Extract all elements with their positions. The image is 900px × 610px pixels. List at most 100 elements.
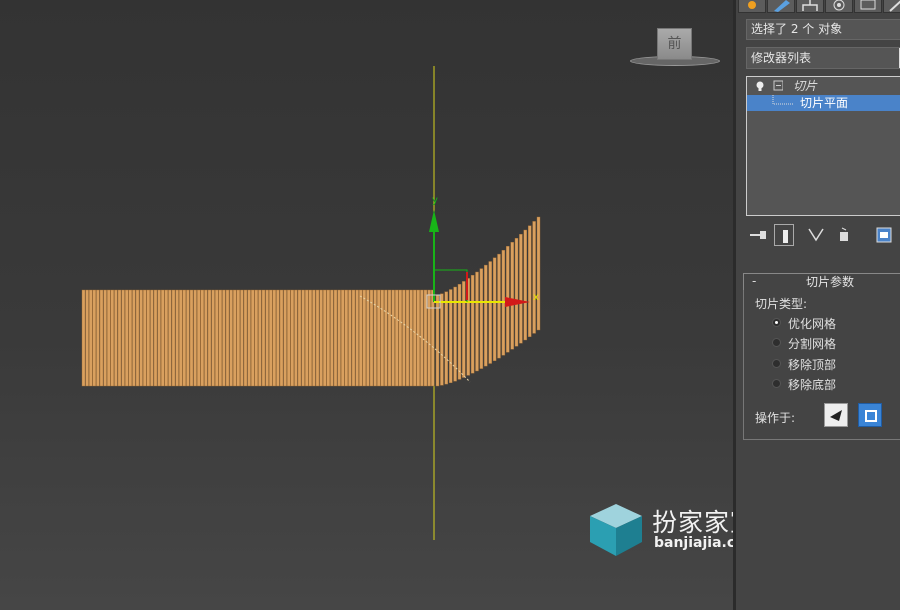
radio-label: 分割网格: [788, 337, 837, 351]
fence-picket: [96, 289, 100, 387]
fence-picket: [457, 284, 462, 380]
radio-refine-mesh[interactable]: 优化网格: [772, 314, 900, 332]
fence-picket: [175, 289, 179, 387]
operate-on-face-button[interactable]: [824, 403, 848, 427]
fence-picket: [462, 281, 466, 378]
selection-name-field[interactable]: 选择了 2 个 对象: [746, 19, 900, 40]
fence-picket: [413, 289, 417, 387]
viewcube-front-face[interactable]: 前: [657, 28, 692, 60]
fence-picket: [384, 289, 388, 387]
radio-dot[interactable]: [772, 318, 781, 327]
fence-picket: [369, 289, 374, 387]
fence-picket: [528, 225, 532, 337]
fence-picket: [362, 289, 366, 387]
radio-dot[interactable]: [772, 338, 781, 347]
radio-remove-bottom[interactable]: 移除底部: [772, 375, 900, 393]
gizmo-x-label: x: [533, 292, 539, 303]
fence-picket: [189, 289, 194, 387]
configure-sets-icon[interactable]: [874, 224, 894, 246]
fence-picket: [532, 221, 536, 334]
utilities-tab-icon[interactable]: [883, 0, 900, 13]
modifier-list-dropdown[interactable]: 修改器列表: [746, 47, 900, 69]
fence-picket: [427, 289, 431, 387]
fence-picket: [348, 289, 352, 387]
fence-picket: [250, 289, 255, 387]
remove-modifier-icon[interactable]: [834, 224, 854, 246]
fence-picket: [294, 289, 298, 387]
fence-picket: [470, 275, 475, 374]
gizmo-y-label: y: [432, 195, 438, 206]
fence-picket: [326, 289, 330, 387]
fence-picket: [377, 289, 381, 387]
fence-picket: [333, 289, 338, 387]
viewcube[interactable]: 前: [630, 26, 720, 68]
stack-item-slice-plane[interactable]: 切片平面: [747, 95, 900, 111]
viewport-front[interactable]: y x 前 扮家家室内设计 banjiajia.com: [0, 0, 833, 610]
watermark-cube-logo: [590, 504, 642, 556]
fence-picket: [207, 289, 212, 387]
motion-tab-icon[interactable]: [825, 0, 853, 13]
fence-picket: [258, 289, 262, 387]
radio-dot[interactable]: [772, 359, 781, 368]
fence-picket: [488, 261, 492, 364]
fence-picket: [449, 289, 453, 384]
slice-params-rollout-header[interactable]: - 切片参数: [743, 273, 900, 290]
show-end-result-icon[interactable]: [774, 224, 794, 246]
fence-picket: [261, 289, 266, 387]
radio-split-mesh[interactable]: 分割网格: [772, 334, 900, 352]
operate-on-label: 操作于:: [755, 411, 796, 425]
fence-picket: [395, 289, 399, 387]
fence-picket: [387, 289, 392, 387]
fence-picket: [359, 289, 363, 387]
stack-subobject-label: 切片平面: [800, 96, 849, 110]
fence-picket: [168, 289, 172, 387]
create-tab-icon[interactable]: [738, 0, 766, 13]
fence-picket: [196, 289, 201, 387]
fence-picket: [124, 289, 129, 387]
fence-picket: [132, 289, 136, 387]
radio-remove-top[interactable]: 移除顶部: [772, 355, 900, 373]
hierarchy-tab-icon[interactable]: [796, 0, 824, 13]
lightbulb-icon[interactable]: [753, 78, 783, 94]
fence-picket: [355, 289, 359, 387]
pin-stack-icon[interactable]: [748, 224, 768, 246]
fence-picket: [218, 289, 223, 387]
fence-picket: [178, 289, 183, 387]
make-unique-icon[interactable]: [806, 224, 826, 246]
fence-picket: [269, 289, 273, 387]
fence-picket: [312, 289, 316, 387]
fence-picket: [99, 289, 104, 387]
stack-item-slice[interactable]: 切片: [747, 78, 900, 94]
fence-picket: [171, 289, 176, 387]
radio-label: 优化网格: [788, 317, 837, 331]
fence-picket: [240, 289, 244, 387]
fence-picket: [200, 289, 205, 387]
fence-picket: [351, 289, 356, 387]
fence-picket: [279, 289, 284, 387]
fence-picket: [305, 289, 309, 387]
operate-on-polygon-button[interactable]: [858, 403, 882, 427]
modify-tab-icon[interactable]: [767, 0, 795, 13]
fence-picket: [290, 289, 294, 387]
fence-picket: [214, 289, 219, 387]
fence-picket: [106, 289, 111, 387]
fence-picket: [523, 229, 527, 341]
display-tab-icon[interactable]: [854, 0, 882, 13]
fence-picket: [92, 289, 97, 387]
radio-dot[interactable]: [772, 379, 781, 388]
fence-picket: [402, 289, 406, 387]
fence-picket: [243, 289, 248, 387]
modifier-stack[interactable]: 切片 切片平面: [746, 76, 900, 216]
fence-picket: [409, 289, 413, 387]
fence-picket: [479, 268, 484, 369]
fence-picket: [204, 289, 208, 387]
radio-label: 移除底部: [788, 378, 837, 392]
fence-picket: [182, 289, 187, 387]
fence-picket: [186, 289, 190, 387]
slice-params-rollout: 切片类型: 优化网格 分割网格 移除顶部 移除底部 操作于:: [743, 290, 900, 440]
fence-picket: [142, 289, 147, 387]
fence-picket: [222, 289, 226, 387]
rollout-collapse-icon[interactable]: -: [752, 274, 756, 289]
fence-picket: [431, 289, 435, 387]
fence-picket: [254, 289, 259, 387]
